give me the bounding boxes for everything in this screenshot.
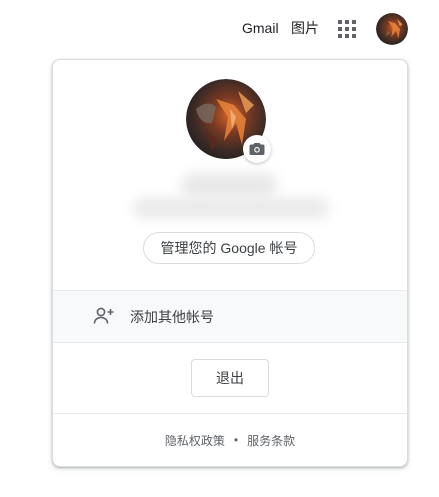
footer-separator: • [233,433,239,447]
camera-icon [249,143,265,155]
apps-button[interactable] [332,14,362,44]
avatar-image [376,13,408,45]
apps-grid-icon [338,20,356,38]
top-bar: Gmail 图片 [0,0,439,58]
manage-account-button[interactable]: 管理您的 Google 帐号 [143,232,315,264]
signout-section: 退出 [53,343,407,413]
profile-section: 管理您的 Google 帐号 [53,60,407,290]
google-account-page: Gmail 图片 管理您的 Google 帐号 添加其他帐号 退出 隐私权政策 … [0,0,439,497]
blurred-account-email [133,198,329,218]
images-link[interactable]: 图片 [291,19,319,37]
add-account-button[interactable]: 添加其他帐号 [53,291,407,342]
footer: 隐私权政策 • 服务条款 [53,414,407,466]
add-account-label: 添加其他帐号 [130,309,214,325]
terms-of-service-link[interactable]: 服务条款 [247,432,295,449]
gmail-link[interactable]: Gmail [242,19,279,37]
change-photo-button[interactable] [243,135,271,163]
privacy-policy-link[interactable]: 隐私权政策 [165,432,225,449]
account-card: 管理您的 Google 帐号 添加其他帐号 退出 隐私权政策 • 服务条款 [52,59,408,467]
blurred-account-name [181,173,277,197]
person-add-icon [93,307,114,324]
signout-button[interactable]: 退出 [191,359,269,397]
account-avatar-button[interactable] [376,13,408,45]
